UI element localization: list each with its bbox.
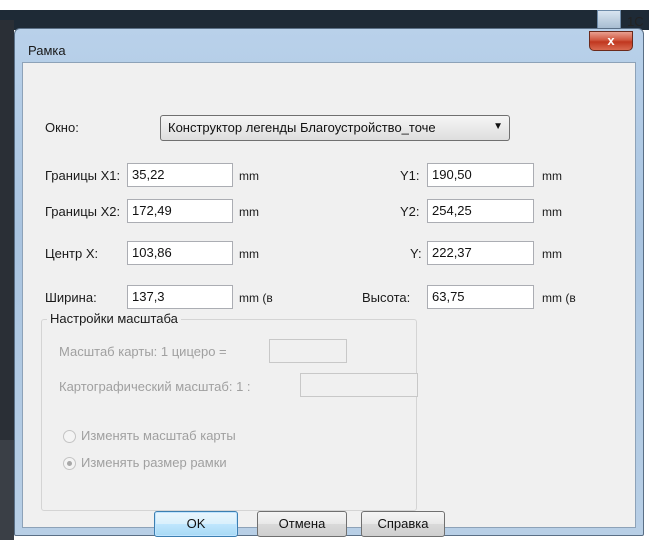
close-button[interactable]: x: [589, 31, 633, 51]
dialog-title: Рамка: [28, 43, 66, 58]
cancel-button[interactable]: Отмена: [257, 511, 347, 537]
window-label: Окно:: [45, 120, 79, 135]
width-unit: mm (в: [239, 291, 273, 305]
map-scale-label: Масштаб карты: 1 цицеро =: [59, 344, 227, 359]
height-label: Высота:: [362, 290, 411, 305]
desktop-strip: [0, 10, 649, 30]
carto-scale-input[interactable]: [300, 373, 418, 397]
window-select-value: Конструктор легенды Благоустройство_точе: [168, 120, 436, 135]
width-input[interactable]: 137,3: [127, 285, 233, 309]
y2-input[interactable]: 254,25: [427, 199, 534, 223]
y2-unit: mm: [542, 205, 562, 219]
window-select[interactable]: Конструктор легенды Благоустройство_точе…: [160, 115, 510, 141]
x1-input[interactable]: 35,22: [127, 163, 233, 187]
center-y-input[interactable]: 222,37: [427, 241, 534, 265]
x1-unit: mm: [239, 169, 259, 183]
y1-unit: mm: [542, 169, 562, 183]
dialog-client-area: Окно: Конструктор легенды Благоустройств…: [22, 62, 636, 537]
width-label: Ширина:: [45, 290, 97, 305]
center-x-unit: mm: [239, 247, 259, 261]
x1-label: Границы X1:: [45, 168, 121, 183]
height-input[interactable]: 63,75: [427, 285, 534, 309]
carto-scale-label: Картографический масштаб: 1 :: [59, 379, 251, 394]
taskbar-app-label: 1C: [627, 14, 644, 29]
close-icon: x: [607, 33, 615, 48]
y1-label: Y1:: [400, 168, 420, 183]
x2-label: Границы X2:: [45, 204, 121, 219]
y1-input[interactable]: 190,50: [427, 163, 534, 187]
radio-change-frame-size[interactable]: [63, 457, 76, 470]
center-x-input[interactable]: 103,86: [127, 241, 233, 265]
y2-label: Y2:: [400, 204, 420, 219]
radio-change-frame-size-label: Изменять размер рамки: [81, 455, 227, 470]
center-x-label: Центр X:: [45, 246, 99, 261]
center-y-label: Y:: [410, 246, 422, 261]
ok-button[interactable]: OK: [154, 511, 238, 537]
radio-change-map-scale[interactable]: [63, 430, 76, 443]
map-scale-input[interactable]: [269, 339, 347, 363]
desktop-left-strip-lower: [0, 440, 14, 540]
help-button[interactable]: Справка: [361, 511, 445, 537]
chevron-down-icon: ▼: [493, 121, 503, 132]
center-y-unit: mm: [542, 247, 562, 261]
frame-dialog: Рамка x Окно: Конструктор легенды Благоу…: [14, 28, 644, 537]
radio-change-map-scale-label: Изменять масштаб карты: [81, 428, 236, 443]
scale-settings-title: Настройки масштаба: [47, 311, 181, 326]
height-unit: mm (в: [542, 291, 576, 305]
x2-unit: mm: [239, 205, 259, 219]
x2-input[interactable]: 172,49: [127, 199, 233, 223]
